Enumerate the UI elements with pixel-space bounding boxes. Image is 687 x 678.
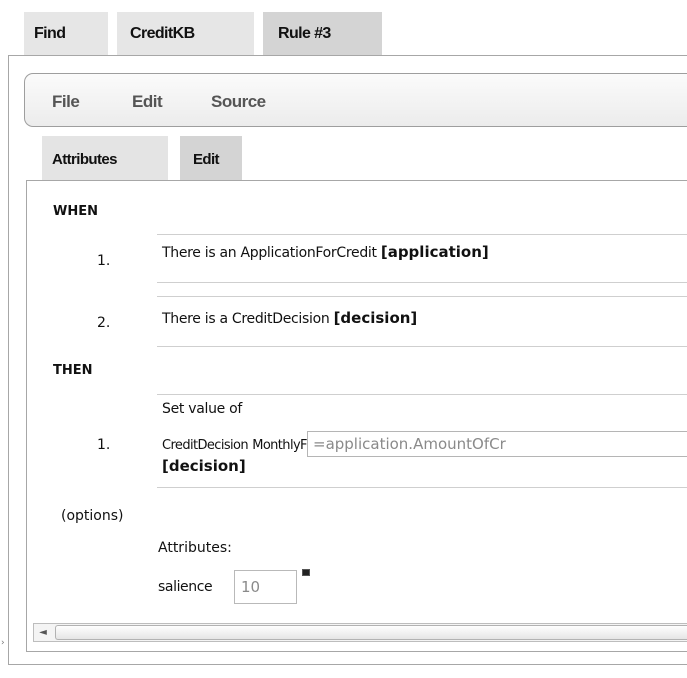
condition-text: There is an ApplicationForCredit <box>162 245 377 261</box>
row-divider <box>157 234 687 235</box>
salience-label: salience <box>158 579 213 595</box>
menu-edit[interactable]: Edit <box>132 92 163 112</box>
menu-bar <box>24 73 687 127</box>
when-row-2-number: 2. <box>97 315 111 331</box>
then-row-1-variable: [decision] <box>162 457 246 475</box>
tab-creditkb[interactable]: CreditKB <box>117 12 254 55</box>
then-row-1-line1: Set value of <box>162 401 243 417</box>
row-divider <box>157 487 687 488</box>
tab-find[interactable]: Find <box>24 12 108 55</box>
menu-file[interactable]: File <box>52 92 80 112</box>
remove-attribute-icon[interactable] <box>302 569 310 576</box>
attributes-label: Attributes: <box>158 540 232 556</box>
tab-rule-3[interactable]: Rule #3 <box>263 12 382 55</box>
condition-text: There is a CreditDecision <box>162 311 330 327</box>
fact-type: CreditDecision <box>162 438 249 453</box>
then-label: THEN <box>53 363 93 378</box>
when-row-1-number: 1. <box>97 253 111 269</box>
condition-variable: [decision] <box>333 309 418 327</box>
row-divider <box>157 282 687 283</box>
row-divider <box>157 394 687 395</box>
scrollbar-thumb[interactable] <box>55 625 687 640</box>
tab-edit[interactable]: Edit <box>180 136 242 180</box>
then-row-1-field: CreditDecision MonthlyFee <box>162 437 322 453</box>
row-divider <box>157 346 687 347</box>
scroll-left-icon[interactable]: ◄ <box>36 625 50 640</box>
action-variable: [decision] <box>162 457 246 475</box>
salience-input[interactable]: 10 <box>234 570 297 604</box>
side-arrow-icon: › <box>1 638 5 648</box>
when-row-2-condition[interactable]: There is a CreditDecision [decision] <box>162 309 417 327</box>
tab-attributes[interactable]: Attributes <box>42 136 168 180</box>
options-label: (options) <box>61 508 124 524</box>
monthly-fee-value-input[interactable]: =application.AmountOfCr <box>307 431 687 457</box>
when-row-1-condition[interactable]: There is an ApplicationForCredit [applic… <box>162 243 489 261</box>
then-row-1-number: 1. <box>97 437 111 453</box>
menu-source[interactable]: Source <box>211 92 266 112</box>
row-divider <box>157 296 687 297</box>
condition-variable: [application] <box>380 243 489 261</box>
when-label: WHEN <box>53 204 98 219</box>
